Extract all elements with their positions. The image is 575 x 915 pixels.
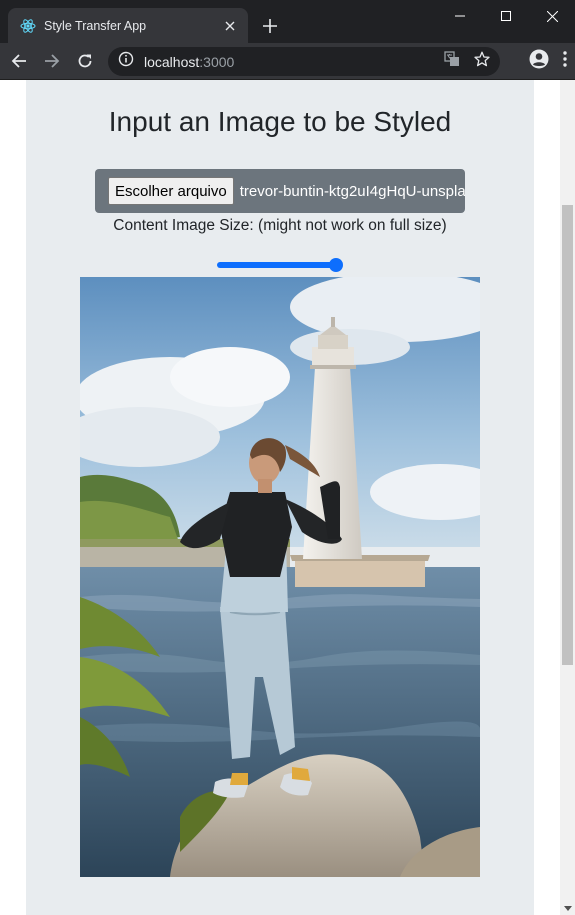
url-text[interactable]: localhost:3000 [144,54,444,70]
page-scrollbar[interactable] [560,80,575,915]
selected-file-name: trevor-buntin-ktg2uI4gHqU-unsplash.jpg [239,182,465,200]
browser-tab[interactable]: Style Transfer App [8,8,248,43]
maximize-icon[interactable] [483,0,529,32]
reload-icon[interactable] [71,47,99,75]
page-viewport: Input an Image to be Styled Escolher arq… [0,80,575,915]
window-close-icon[interactable] [529,0,575,32]
more-vert-icon[interactable] [563,51,567,72]
tab-strip: Style Transfer App [0,0,575,43]
star-icon[interactable] [474,51,490,72]
close-icon[interactable] [220,16,240,36]
scroll-down-arrow-icon[interactable] [564,906,572,911]
window-controls [437,0,575,32]
tab-title: Style Transfer App [44,18,147,33]
content-size-label: Content Image Size: (might not work on f… [113,217,447,234]
react-icon [20,18,36,34]
slider-track[interactable] [217,262,337,268]
address-bar[interactable]: localhost:3000 [108,47,500,76]
content-card: Input an Image to be Styled Escolher arq… [26,80,534,915]
file-input-group[interactable]: Escolher arquivo trevor-buntin-ktg2uI4gH… [95,169,465,213]
translate-icon[interactable] [444,51,460,72]
scrollbar-thumb[interactable] [562,205,573,665]
plus-icon[interactable] [258,14,282,38]
back-arrow-icon[interactable] [5,47,33,75]
slider-thumb[interactable] [329,258,343,272]
info-icon[interactable] [118,51,134,72]
minimize-icon[interactable] [437,0,483,32]
content-size-slider[interactable] [217,258,345,272]
profile-icon[interactable] [529,49,549,74]
content-image-preview [80,277,480,877]
forward-arrow-icon[interactable] [38,47,66,75]
choose-file-button[interactable]: Escolher arquivo [108,177,234,205]
page-title: Input an Image to be Styled [108,106,452,137]
browser-toolbar: localhost:3000 [0,43,575,80]
